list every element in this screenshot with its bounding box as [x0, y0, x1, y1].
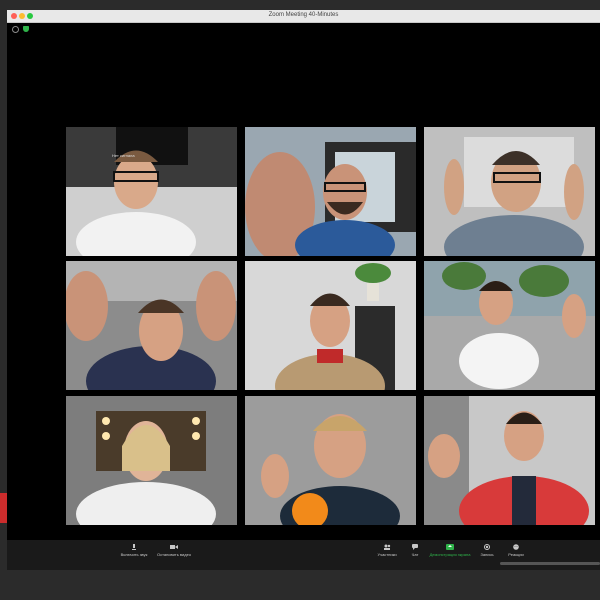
- video-tile-participant-2[interactable]: [245, 127, 416, 256]
- no-signal-text: Нет сигнала: [112, 153, 135, 158]
- reactions-icon: [513, 544, 519, 550]
- participant-1-video: [66, 127, 237, 256]
- reactions-button[interactable]: Реакции: [491, 544, 541, 557]
- security-shield-icon[interactable]: [23, 26, 29, 32]
- horizontal-scrollbar[interactable]: [500, 562, 600, 565]
- stop-video-button[interactable]: Остановить видео: [149, 544, 199, 557]
- info-icon[interactable]: [12, 26, 19, 33]
- participant-4-video: [66, 261, 237, 390]
- participant-9-video: [424, 396, 595, 525]
- video-tile-participant-4[interactable]: [66, 261, 237, 390]
- reactions-label: Реакции: [508, 552, 524, 557]
- participant-7-video: [66, 396, 237, 525]
- participant-6-video: [424, 261, 595, 390]
- record-icon: [484, 544, 490, 550]
- participant-8-video: [245, 396, 416, 525]
- participant-5-video: [245, 261, 416, 390]
- video-tile-participant-5[interactable]: [245, 261, 416, 390]
- video-tile-participant-7[interactable]: [66, 396, 237, 525]
- video-tile-participant-8[interactable]: [245, 396, 416, 525]
- meeting-toolbar: Включить звук Остановить видео Участники…: [7, 540, 600, 570]
- share-screen-icon: [446, 544, 454, 550]
- chat-icon: [412, 544, 418, 550]
- video-tile-participant-1[interactable]: Нет сигнала: [66, 127, 237, 256]
- video-tile-participant-9[interactable]: [424, 396, 595, 525]
- participant-2-video: [245, 127, 416, 256]
- video-tile-participant-6[interactable]: [424, 261, 595, 390]
- side-red-indicator: [0, 493, 7, 523]
- stop-video-label: Остановить видео: [156, 552, 192, 557]
- camera-icon: [170, 545, 178, 549]
- participant-3-video: [424, 127, 595, 256]
- microphone-icon: [132, 544, 136, 550]
- window-title: Zoom Meeting 40-Minutes: [268, 12, 339, 18]
- title-bar: Zoom Meeting 40-Minutes: [7, 10, 600, 23]
- video-gallery-grid: Нет сигнала: [66, 127, 596, 525]
- video-tile-participant-3[interactable]: [424, 127, 595, 256]
